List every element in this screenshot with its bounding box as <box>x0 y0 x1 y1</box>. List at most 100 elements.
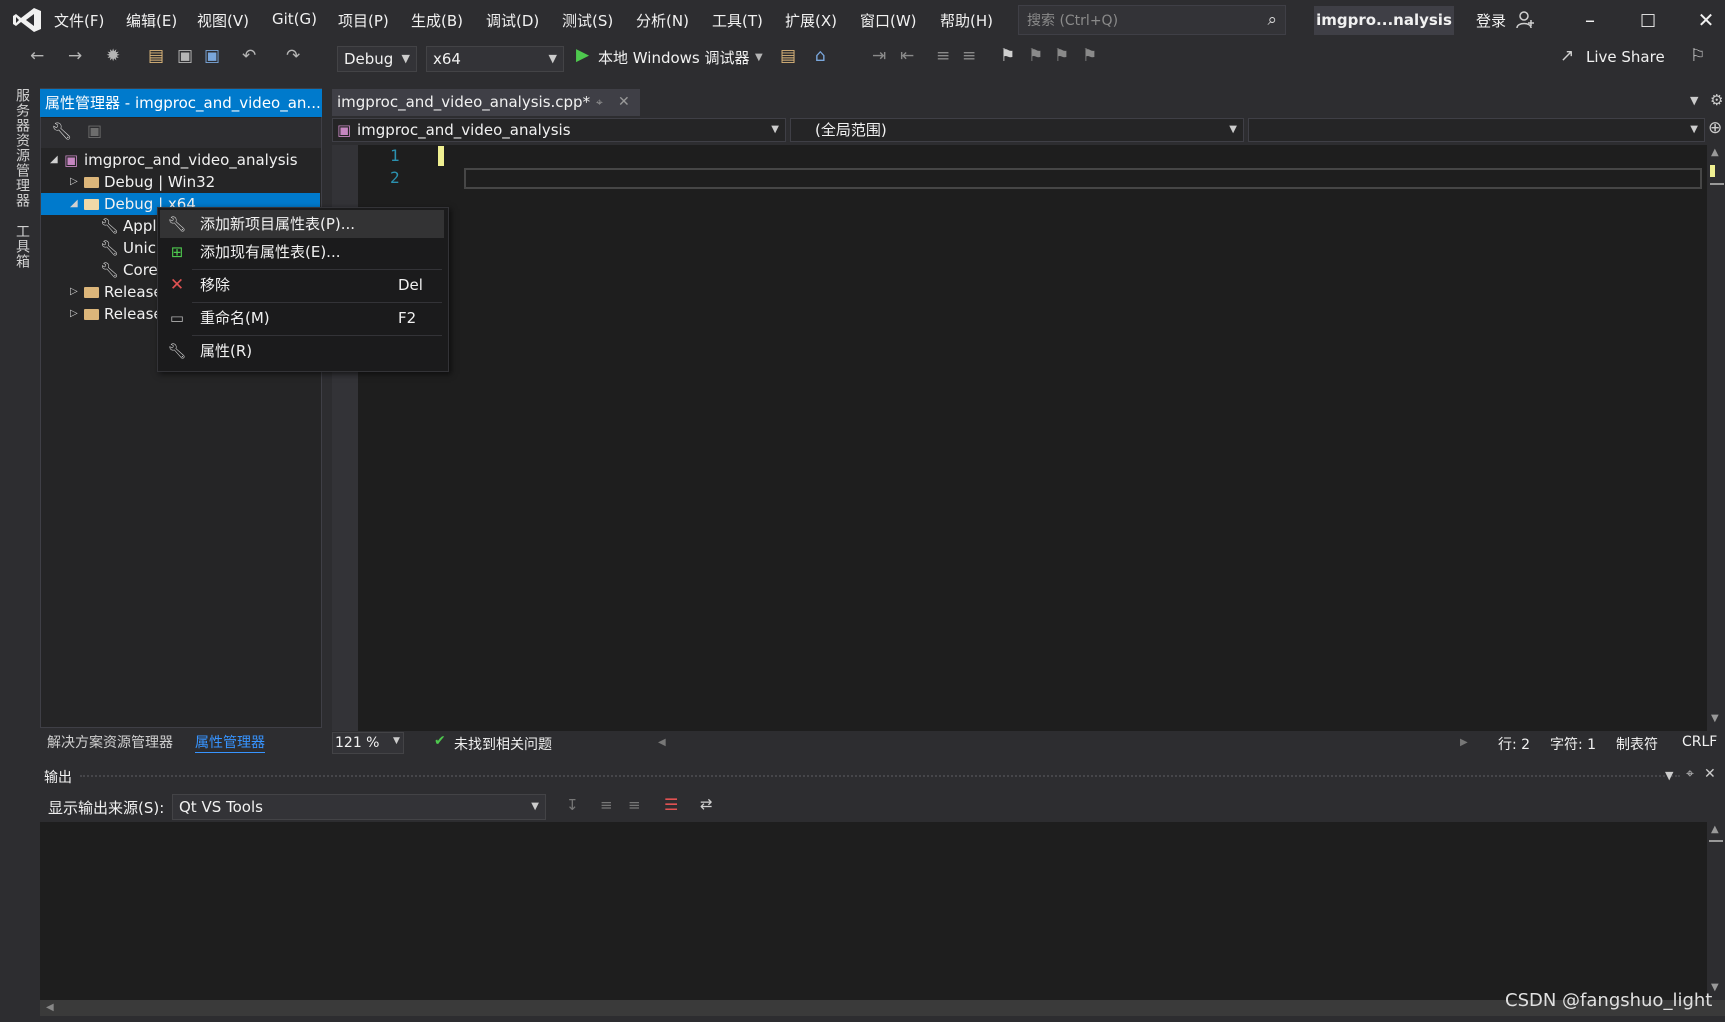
tabs-indicator[interactable]: 制表符 <box>1616 734 1658 754</box>
visual-studio-logo-icon[interactable] <box>12 6 42 34</box>
menu-git[interactable]: Git(G) <box>272 10 317 28</box>
project-scope-dropdown[interactable]: ▣ imgproc_and_video_analysis ▼ <box>332 118 786 142</box>
search-box[interactable]: ⌕ <box>1018 5 1286 35</box>
home-icon[interactable]: ⌂ <box>815 46 826 66</box>
split-editor-icon[interactable]: ⊕ <box>1708 118 1722 138</box>
minimize-icon[interactable]: – <box>1570 8 1610 32</box>
step-over-icon[interactable]: ⇤ <box>900 46 914 66</box>
feedback-icon[interactable]: ⚐ <box>1690 46 1705 66</box>
tab-property-manager[interactable]: 属性管理器 <box>195 732 265 753</box>
toolbox-tab[interactable]: 工具箱 <box>12 224 32 269</box>
bookmark-icon[interactable]: ⚑ <box>1000 46 1015 66</box>
tree-root[interactable]: ◢ ▣ imgproc_and_video_analysis <box>48 149 320 171</box>
tree-item-release[interactable]: ▷ Release <box>48 281 158 303</box>
output-vertical-scrollbar[interactable]: ▲ ▼ <box>1707 822 1725 1000</box>
tree-item-property-sheet[interactable]: 🔧︎ Unic <box>100 237 158 259</box>
pin-icon[interactable]: ⌖ <box>596 89 603 116</box>
save-icon[interactable]: ▣ <box>177 46 193 66</box>
signin-link[interactable]: 登录 <box>1476 10 1506 31</box>
expanded-icon[interactable]: ◢ <box>70 193 78 215</box>
tree-item-release[interactable]: ▷ Release <box>48 303 158 325</box>
clear-bookmarks-icon[interactable]: ⚑ <box>1082 46 1097 66</box>
prev-message-icon[interactable]: ≡ <box>600 796 613 814</box>
scroll-thumb[interactable] <box>1709 840 1723 842</box>
tab-solution-explorer[interactable]: 解决方案资源管理器 <box>47 732 173 752</box>
editor-vertical-scrollbar[interactable]: ▲ ▼ <box>1707 145 1725 731</box>
panel-grip[interactable] <box>80 775 1680 777</box>
wrench-icon[interactable]: 🔧︎ <box>51 122 73 142</box>
account-icon[interactable] <box>1516 10 1536 30</box>
menu-edit[interactable]: 编辑(E) <box>126 10 177 31</box>
property-manager-title[interactable]: 属性管理器 - imgproc_and_video_an... <box>40 89 322 117</box>
line-indicator[interactable]: 行: 2 <box>1498 734 1530 754</box>
browse-folder-icon[interactable]: ▤ <box>780 46 796 66</box>
live-share-button[interactable]: Live Share <box>1586 48 1665 66</box>
menu-item-properties[interactable]: 🔧︎ 属性(R) <box>160 337 444 365</box>
menu-debug[interactable]: 调试(D) <box>486 10 539 31</box>
global-scope-dropdown[interactable]: (全局范围) ▼ <box>790 118 1244 142</box>
gear-icon[interactable]: ⚙ <box>1710 91 1723 109</box>
scroll-up-icon[interactable]: ▲ <box>1711 824 1719 835</box>
collapsed-icon[interactable]: ▷ <box>70 281 78 303</box>
menu-project[interactable]: 项目(P) <box>338 10 389 31</box>
undo-icon[interactable]: ↶ <box>242 46 256 66</box>
search-icon[interactable]: ⌕ <box>1267 10 1277 30</box>
scroll-right-icon[interactable]: ▶ <box>1460 737 1468 748</box>
menu-window[interactable]: 窗口(W) <box>860 10 917 31</box>
start-debug-icon[interactable]: ▶ <box>576 45 589 65</box>
prev-bookmark-icon[interactable]: ⚑ <box>1028 46 1043 66</box>
collapsed-icon[interactable]: ▷ <box>70 171 78 193</box>
scroll-left-icon[interactable]: ◀ <box>658 737 666 748</box>
menu-file[interactable]: 文件(F) <box>54 10 104 31</box>
tree-item-debug-win32[interactable]: ▷ Debug | Win32 <box>48 171 320 193</box>
save-icon[interactable]: ▣ <box>87 121 102 140</box>
menu-build[interactable]: 生成(B) <box>411 10 463 31</box>
search-input[interactable] <box>1025 10 1254 32</box>
toggle-word-wrap-icon[interactable]: ⇄ <box>700 795 713 813</box>
chevron-down-icon[interactable]: ▼ <box>755 52 763 63</box>
output-source-dropdown[interactable]: Qt VS Tools ▼ <box>172 794 546 820</box>
redo-icon[interactable]: ↷ <box>286 46 300 66</box>
menu-item-add-existing-property-sheet[interactable]: ⊞ 添加现有属性表(E)... <box>160 238 444 266</box>
menu-item-remove[interactable]: ✕ 移除 Del <box>160 271 444 299</box>
window-position-icon[interactable]: ▼ <box>1665 769 1673 782</box>
tab-overflow-icon[interactable]: ▼ <box>1690 94 1698 107</box>
start-debugger-button[interactable]: 本地 Windows 调试器 <box>598 47 750 68</box>
configuration-dropdown[interactable]: Debug ▼ <box>337 46 417 72</box>
forward-icon[interactable]: → <box>68 46 82 66</box>
menu-extensions[interactable]: 扩展(X) <box>785 10 837 31</box>
outdent-icon[interactable]: ≡ <box>962 46 976 66</box>
close-tab-icon[interactable]: ✕ <box>618 89 630 116</box>
menu-test[interactable]: 测试(S) <box>562 10 613 31</box>
zoom-dropdown[interactable]: 121 % ▼ <box>332 732 404 754</box>
server-explorer-tab[interactable]: 服务器资源管理器 <box>12 88 32 208</box>
step-into-icon[interactable]: ⇥ <box>872 46 886 66</box>
indent-icon[interactable]: ≡ <box>936 46 950 66</box>
menu-item-rename[interactable]: ▭ 重命名(M) F2 <box>160 304 444 332</box>
menu-item-add-new-property-sheet[interactable]: 🔧︎ 添加新项目属性表(P)... <box>160 210 444 238</box>
next-bookmark-icon[interactable]: ⚑ <box>1054 46 1069 66</box>
output-text-area[interactable]: ▲ ▼ <box>40 822 1725 1000</box>
collapsed-icon[interactable]: ▷ <box>70 303 78 325</box>
close-window-icon[interactable]: ✕ <box>1686 8 1725 32</box>
document-tab[interactable]: imgproc_and_video_analysis.cpp* ⌖ ✕ <box>332 89 640 116</box>
next-message-icon[interactable]: ≡ <box>628 796 641 814</box>
platform-dropdown[interactable]: x64 ▼ <box>426 46 564 72</box>
scroll-left-icon[interactable]: ◀ <box>46 1002 54 1013</box>
find-message-icon[interactable]: ↧ <box>566 796 579 814</box>
maximize-icon[interactable]: □ <box>1628 10 1668 30</box>
menu-tools[interactable]: 工具(T) <box>712 10 763 31</box>
tree-item-property-sheet[interactable]: 🔧︎ Appl <box>100 215 158 237</box>
back-icon[interactable]: ← <box>30 46 44 66</box>
member-dropdown[interactable]: ▼ <box>1248 118 1705 142</box>
issues-status[interactable]: 未找到相关问题 <box>454 734 552 754</box>
pin-icon[interactable]: ⌖ <box>1686 766 1694 782</box>
output-horizontal-scrollbar[interactable]: ◀ <box>40 1000 1725 1016</box>
menu-analyze[interactable]: 分析(N) <box>636 10 689 31</box>
char-indicator[interactable]: 字符: 1 <box>1550 734 1596 754</box>
menu-view[interactable]: 视图(V) <box>197 10 249 31</box>
close-panel-icon[interactable]: ✕ <box>1704 766 1716 782</box>
menu-help[interactable]: 帮助(H) <box>940 10 993 31</box>
expanded-icon[interactable]: ◢ <box>50 149 58 171</box>
share-icon[interactable]: ↗ <box>1560 46 1574 66</box>
